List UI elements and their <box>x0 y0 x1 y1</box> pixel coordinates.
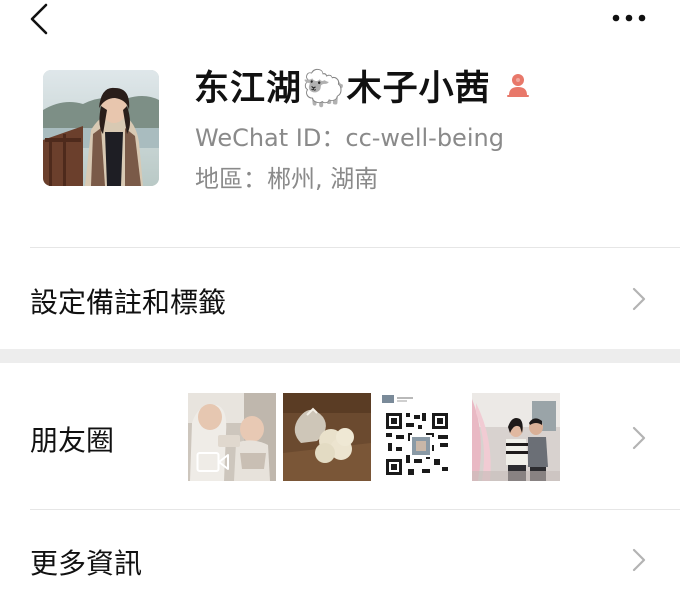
female-person-icon <box>506 74 529 97</box>
wechat-id-value: cc-well-being <box>345 124 504 152</box>
video-camera-icon <box>196 452 229 472</box>
region-value: 郴州, 湖南 <box>267 165 379 193</box>
more-info-label: 更多資訊 <box>30 547 143 580</box>
divider <box>30 247 680 248</box>
moments-row[interactable]: 朋友圈 <box>0 363 680 509</box>
chevron-right-icon <box>632 426 646 450</box>
more-dots-icon <box>612 14 646 22</box>
moments-label: 朋友圈 <box>30 424 115 457</box>
chevron-right-icon <box>632 548 646 572</box>
more-info-row[interactable]: 更多資訊 <box>0 510 680 600</box>
moment-thumbnail-photo <box>472 393 560 481</box>
region-label: 地區： <box>195 165 267 193</box>
display-name: 东江湖🐑木子小茜 <box>194 68 491 109</box>
avatar[interactable] <box>43 70 159 186</box>
set-remarks-tags-label: 設定備註和標籤 <box>30 286 227 319</box>
region: 地區：郴州, 湖南 <box>195 159 378 194</box>
back-button[interactable] <box>26 2 54 36</box>
top-nav-bar <box>0 0 680 40</box>
wechat-id: WeChat ID：cc-well-being <box>195 118 504 153</box>
name-row: 东江湖🐑木子小茜 <box>194 60 533 110</box>
more-options-button[interactable] <box>608 8 652 28</box>
section-gap <box>0 349 680 363</box>
set-remarks-tags-row[interactable]: 設定備註和標籤 <box>0 249 680 349</box>
moment-thumbnail-video <box>188 393 276 481</box>
profile-header: 东江湖🐑木子小茜 WeChat ID：cc-well-being 地區：郴州, … <box>0 58 680 208</box>
moment-thumbnail-photo <box>283 393 371 481</box>
chevron-right-icon <box>632 287 646 311</box>
moment-thumbnail-qr <box>378 393 466 481</box>
avatar-photo <box>43 70 159 186</box>
chevron-left-icon <box>30 3 48 35</box>
wechat-id-label: WeChat ID： <box>195 124 346 152</box>
